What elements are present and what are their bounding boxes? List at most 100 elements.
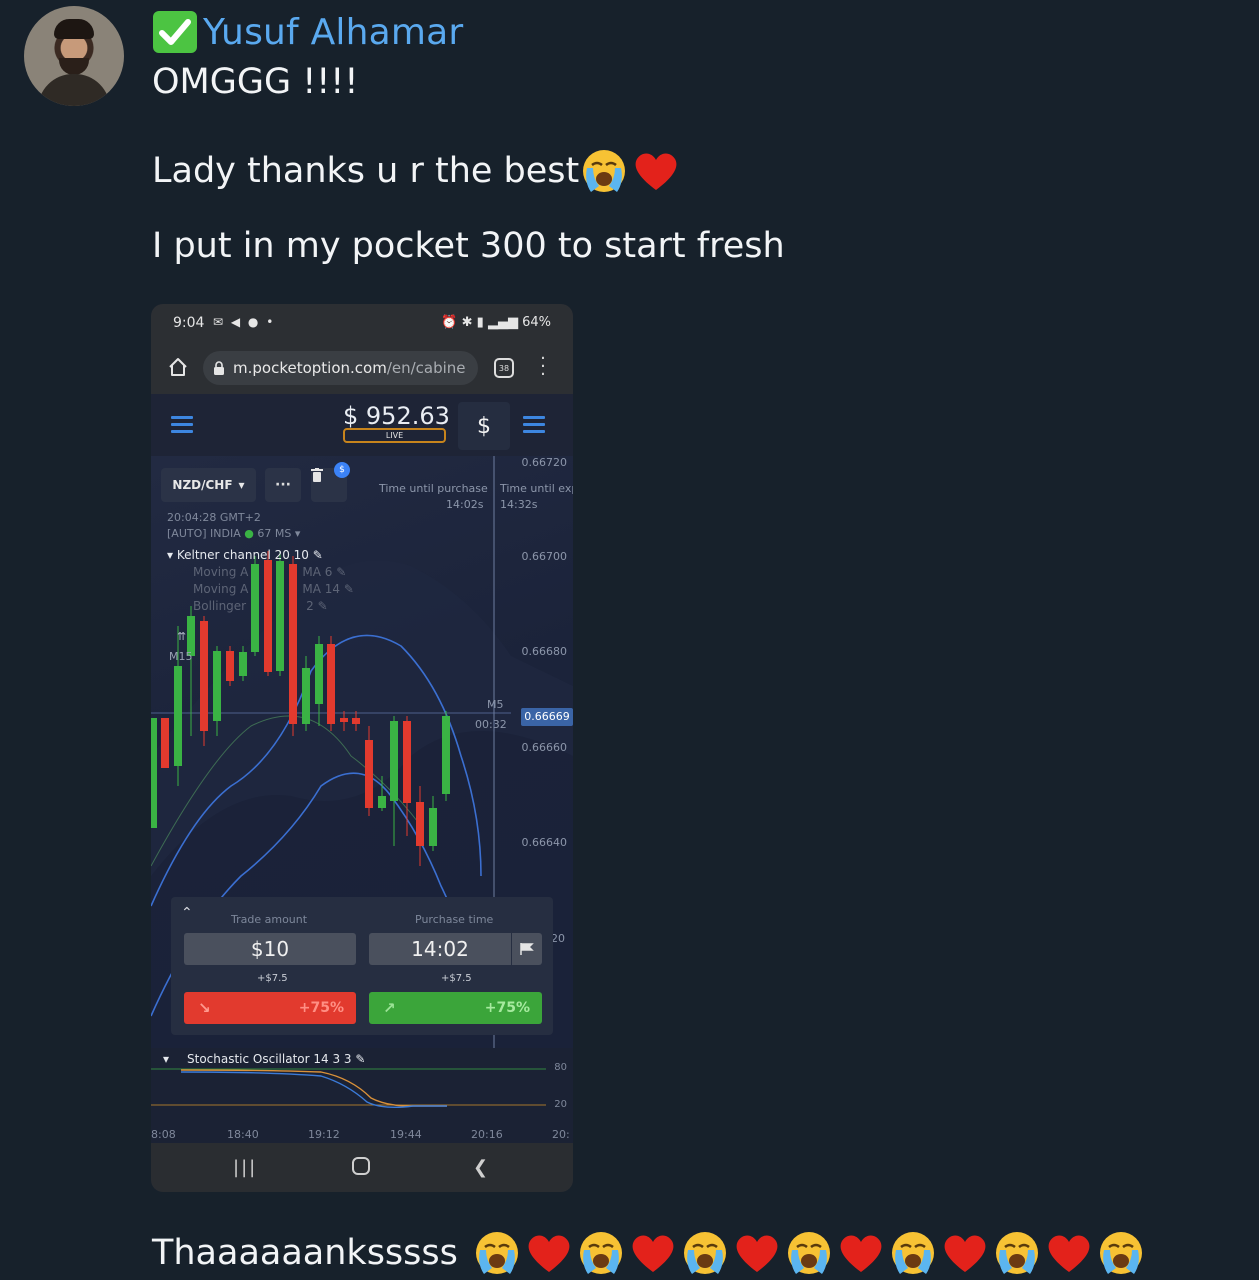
emoji-row [474,1230,1144,1276]
ping-value: 67 MS [257,527,292,540]
time-axis-label: 19:44 [390,1128,422,1141]
trade-panel: ⌃ Trade amount Purchase time $10 14:02 +… [171,897,553,1035]
indicator-ma14-param: MA 14 [302,582,341,596]
purchase-time-input[interactable]: 14:02 [369,933,511,965]
live-badge: LIVE [343,428,446,443]
price-tick: 0.66700 [521,550,568,563]
timeframe-label[interactable]: M15 [169,650,193,663]
android-nav-bar: ||| ❮ [151,1143,573,1192]
price-tick: 0.66660 [521,741,568,754]
arrow-up-icon: ↗ [383,999,396,1017]
attached-screenshot[interactable]: 9:04 ✉ ◀ ● • ⏰ ✱ ▮ ▂▄▆ 64% m.pocketoptio… [151,304,573,1192]
payout-up: +$7.5 [441,973,472,984]
trash-icon [311,468,323,482]
home-icon[interactable] [167,356,189,378]
crying-face-icon [787,1232,830,1274]
crying-face-icon [579,1232,622,1274]
oscillator-label-text: Stochastic Oscillator 14 3 3 [187,1052,352,1066]
chart-type-icon[interactable]: ⇈ [177,630,186,643]
time-axis-label: 8:08 [151,1128,176,1141]
oscillator-side-tick: 20 [551,932,565,945]
trade-amount-label: Trade amount [231,913,308,926]
heart-icon [736,1235,778,1272]
indicator-bollinger-name: Bollinger [193,599,247,613]
chevron-down-icon: ▾ [238,478,245,492]
heart-icon [528,1235,570,1272]
sender-name[interactable]: Yusuf Alhamar [203,12,463,53]
message-line-1: OMGGG !!!! [152,62,359,102]
heart-icon [840,1235,882,1272]
url-text: m.pocketoption.com/en/cabine [233,359,466,377]
collapse-icon[interactable]: ▾ [163,1052,169,1066]
server-time: 20:04:28 GMT+2 [167,511,261,524]
buy-up-button[interactable]: ↗ +75% [369,992,542,1024]
heart-icon [944,1235,986,1272]
indicator-bollinger-param: 2 [306,599,314,613]
crying-face-icon [995,1232,1038,1274]
connection-region: [AUTO] INDIA [167,527,241,540]
crying-face-icon [683,1232,726,1274]
more-options-button[interactable]: ··· [265,468,301,502]
indicator-bollinger[interactable]: Bollinger 2 ✎ [193,599,328,613]
right-menu-icon[interactable] [523,416,545,434]
sell-down-button[interactable]: ↘ +75% [184,992,356,1024]
signal-icons: ⏰ ✱ ▮ ▂▄▆ [441,315,523,330]
time-axis-label: 20: [552,1128,570,1141]
time-until-expiry-value: 14:32s [500,498,538,511]
back-icon[interactable]: ❮ [473,1157,488,1178]
chevron-down-icon: ▾ [294,527,301,540]
tabs-count-icon[interactable]: 38 [494,358,514,378]
address-field[interactable]: m.pocketoption.com/en/cabine [203,351,478,385]
oscillator-panel[interactable]: ▾ Stochastic Oscillator 14 3 3 ✎ 80 20 8… [151,1048,573,1143]
left-menu-icon[interactable] [171,416,193,434]
indicator-ma6-name: Moving A [193,565,249,579]
indicator-keltner[interactable]: ▾ Keltner channel 20 10 ✎ [167,548,323,562]
checkmark-icon [153,11,197,53]
heart-icon [632,1235,674,1272]
message-line-3: I put in my pocket 300 to start fresh [152,226,785,266]
collapse-icon: ▾ [167,548,174,562]
message-line-4-text: Thaaaaaanksssss [152,1233,458,1273]
connection-info[interactable]: [AUTO] INDIA ● 67 MS ▾ [167,527,300,540]
indicator-moving-average-6[interactable]: Moving A MA 6 ✎ [193,565,346,579]
url-path: /en/cabine [386,359,466,377]
indicator-keltner-label: Keltner channel 20 10 [176,548,309,562]
edit-pencil-icon: ✎ [312,548,323,562]
indicator-ma6-param: MA 6 [302,565,333,579]
time-until-expiry-label: Time until exp [500,482,573,495]
candle-timeframe: M5 [487,698,504,711]
chevron-up-icon[interactable]: ⌃ [181,905,193,921]
price-tick: 0.66720 [521,456,568,469]
osc-level-high: 80 [554,1062,567,1073]
time-until-purchase-value: 14:02s [446,498,484,511]
notification-icons: ✉ ◀ ● • [213,315,276,329]
lock-icon [214,361,224,375]
candle-countdown: 00:32 [475,718,507,731]
message-line-2: Lady thanks u r the best [152,148,679,194]
deposit-button[interactable]: $ [458,402,510,450]
crying-face-icon [583,150,626,192]
up-percent: +75% [484,1000,530,1016]
arrow-down-icon: ↘ [198,999,211,1017]
edit-pencil-icon: ✎ [355,1052,366,1066]
app-header: $ 952.63 LIVE $ [151,394,573,456]
asset-selector[interactable]: NZD/CHF ▾ [161,468,256,502]
status-right: ⏰ ✱ ▮ ▂▄▆ 64% [441,315,551,330]
heart-icon [635,153,677,190]
account-balance[interactable]: $ 952.63 [343,402,450,430]
crying-face-icon [891,1232,934,1274]
notification-badge-icon: $ [334,462,350,478]
crying-face-icon [475,1232,518,1274]
message-line-2-text: Lady thanks u r the best [152,151,580,191]
home-button-icon[interactable] [351,1156,371,1181]
payout-down: +$7.5 [257,973,288,984]
recent-apps-icon[interactable]: ||| [233,1157,257,1178]
sender-avatar[interactable] [24,6,124,106]
osc-level-low: 20 [554,1099,567,1110]
price-tick: 0.66640 [521,836,568,849]
browser-menu-icon[interactable]: · · · [540,350,546,384]
status-time: 9:04 [173,315,205,331]
indicator-moving-average-14[interactable]: Moving A MA 14 ✎ [193,582,354,596]
trade-amount-input[interactable]: $10 [184,933,356,965]
flag-icon[interactable] [512,933,542,965]
